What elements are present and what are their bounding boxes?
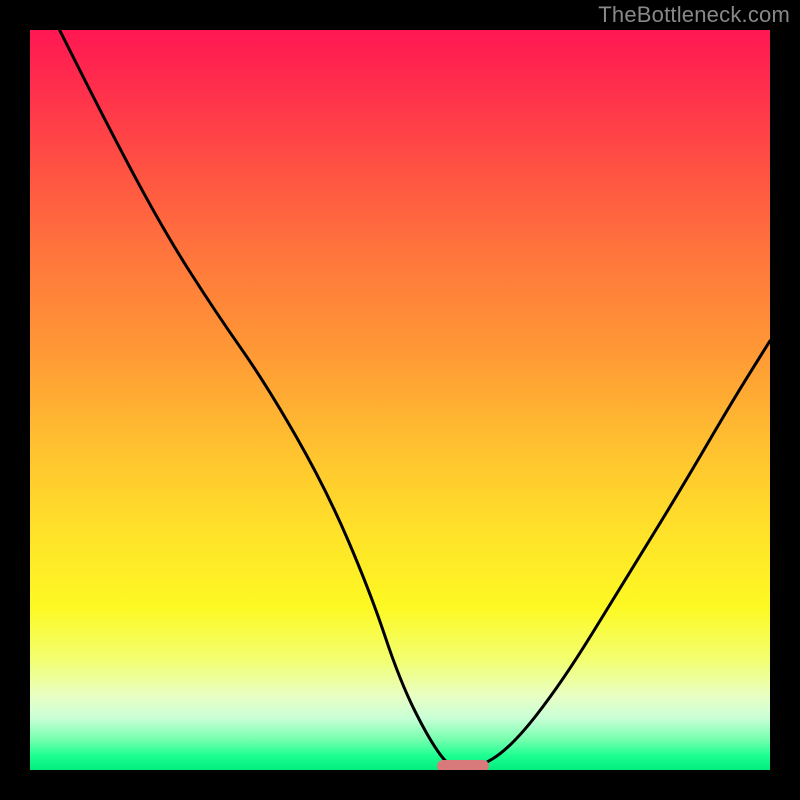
chart-frame: TheBottleneck.com bbox=[0, 0, 800, 800]
bottleneck-curve bbox=[60, 30, 770, 770]
watermark-text: TheBottleneck.com bbox=[598, 2, 790, 28]
curve-layer bbox=[30, 30, 770, 770]
plot-area bbox=[30, 30, 770, 770]
optimal-range-marker bbox=[437, 760, 489, 770]
